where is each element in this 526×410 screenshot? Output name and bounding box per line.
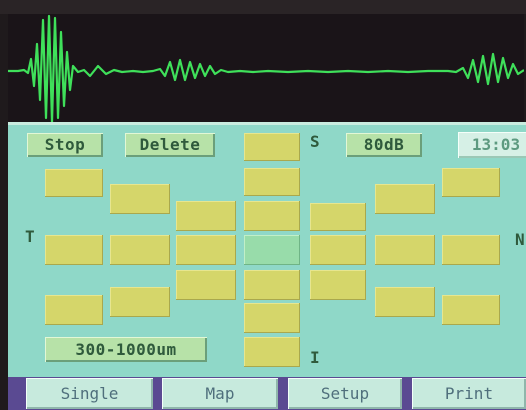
delete-button[interactable]: Delete [125, 133, 215, 157]
map-cell[interactable] [176, 201, 236, 231]
waveform-display [8, 14, 524, 122]
tab-map[interactable]: Map [162, 378, 278, 409]
tab-setup[interactable]: Setup [288, 378, 402, 409]
map-cell[interactable] [375, 235, 435, 265]
map-cell[interactable] [310, 203, 366, 231]
marker-top: S [310, 132, 320, 151]
map-cell[interactable] [375, 287, 435, 317]
map-cell[interactable] [244, 337, 300, 367]
marker-bottom: I [310, 348, 320, 367]
tab-bar: Single Map Setup Print [8, 377, 526, 410]
map-cell[interactable] [176, 235, 236, 265]
map-cell[interactable] [244, 168, 300, 196]
tab-print[interactable]: Print [412, 378, 526, 409]
control-panel: Stop Delete S 80dB 13:03 T N 300-1000um … [8, 122, 526, 380]
map-cell[interactable] [176, 270, 236, 300]
marker-right: N [515, 230, 525, 249]
screen-bezel [0, 0, 526, 14]
map-cell-center[interactable] [244, 235, 300, 265]
clock-display: 13:03 [458, 132, 526, 158]
map-cell[interactable] [442, 295, 500, 325]
map-cell[interactable] [45, 295, 103, 325]
range-selector[interactable]: 300-1000um [45, 337, 207, 362]
tab-single[interactable]: Single [26, 378, 153, 409]
map-cell[interactable] [244, 201, 300, 231]
map-cell[interactable] [375, 184, 435, 214]
map-cell[interactable] [110, 184, 170, 214]
map-cell[interactable] [310, 235, 366, 265]
map-cell[interactable] [442, 168, 500, 197]
map-cell[interactable] [45, 169, 103, 197]
stop-button[interactable]: Stop [27, 133, 103, 157]
waveform-trace [8, 14, 524, 122]
map-cell[interactable] [310, 270, 366, 300]
map-cell[interactable] [110, 235, 170, 265]
map-cell[interactable] [244, 303, 300, 333]
map-cell[interactable] [45, 235, 103, 265]
gain-level-display: 80dB [346, 133, 422, 157]
map-cell[interactable] [442, 235, 500, 265]
marker-left: T [25, 227, 35, 246]
map-cell[interactable] [110, 287, 170, 317]
map-cell[interactable] [244, 133, 300, 161]
map-cell[interactable] [244, 270, 300, 300]
